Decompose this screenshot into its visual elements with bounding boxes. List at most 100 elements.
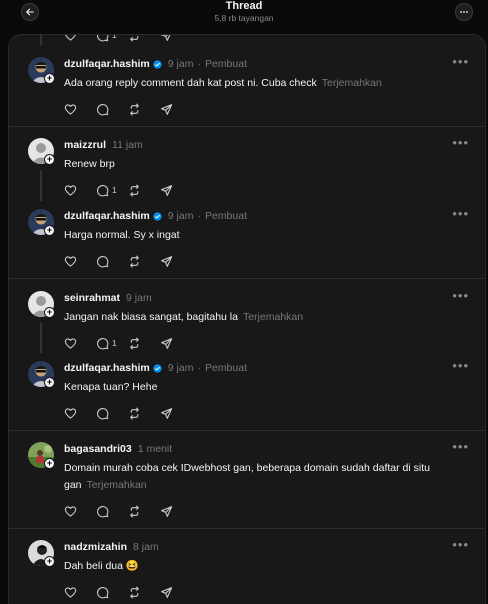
thread-post: + dzulfaqar.hashim 9 jam · Pembuat Harga no… — [9, 207, 485, 269]
repost-icon — [128, 505, 141, 518]
translate-link[interactable]: Terjemahkan — [243, 311, 303, 323]
author-label: Pembuat — [204, 58, 247, 70]
heart-icon — [64, 184, 77, 197]
separator-dot: · — [197, 210, 201, 222]
post-time: 8 jam — [133, 541, 159, 553]
share-button[interactable] — [160, 34, 192, 42]
like-button[interactable] — [64, 585, 96, 599]
thread-post: + dzulfaqar.hashim 9 jam · Pembuat Ada oran… — [9, 55, 485, 117]
view-count: 5,8 rb tayangan — [214, 13, 274, 23]
share-button[interactable] — [160, 406, 192, 420]
post-more-icon[interactable]: ••• — [452, 440, 469, 453]
share-button[interactable] — [160, 102, 192, 116]
heart-icon — [64, 586, 77, 599]
reply-count: 1 — [112, 338, 117, 348]
repost-icon — [128, 586, 141, 599]
follow-plus-icon[interactable]: + — [44, 154, 55, 165]
repost-icon — [128, 103, 141, 116]
separator-dot: · — [197, 362, 201, 374]
post-text: Renew brp — [64, 158, 115, 170]
repost-button[interactable] — [128, 102, 160, 116]
reply-button[interactable]: 1 — [96, 336, 128, 350]
comment-icon — [96, 337, 109, 350]
post-text: Kenapa tuan? Hehe — [64, 381, 158, 393]
post-more-icon[interactable]: ••• — [452, 359, 469, 372]
reply-button[interactable] — [96, 504, 128, 518]
post-time: 1 menit — [137, 443, 173, 455]
post-text: Harga normal. Sy x ingat — [64, 229, 180, 241]
heart-icon — [64, 255, 77, 268]
share-button[interactable] — [160, 504, 192, 518]
translate-link[interactable]: Terjemahkan — [87, 479, 147, 491]
share-button[interactable] — [160, 183, 192, 197]
post-more-icon[interactable]: ••• — [452, 538, 469, 551]
share-button[interactable] — [160, 336, 192, 350]
post-more-icon[interactable]: ••• — [452, 136, 469, 149]
partial-action-row: 1 — [64, 34, 192, 42]
like-button[interactable] — [64, 34, 96, 42]
reply-button[interactable] — [96, 102, 128, 116]
translate-link[interactable]: Terjemahkan — [322, 77, 382, 89]
username[interactable]: maizzrul — [64, 139, 106, 151]
username[interactable]: dzulfaqar.hashim — [64, 58, 150, 70]
repost-button[interactable] — [128, 336, 160, 350]
follow-plus-icon[interactable]: + — [44, 307, 55, 318]
repost-button[interactable] — [128, 34, 160, 42]
like-button[interactable] — [64, 102, 96, 116]
like-button[interactable] — [64, 504, 96, 518]
post-more-icon[interactable]: ••• — [452, 55, 469, 68]
arrow-left-icon — [26, 8, 34, 16]
share-icon — [160, 34, 173, 42]
comment-icon — [96, 103, 109, 116]
reply-button[interactable] — [96, 254, 128, 268]
heart-icon — [64, 407, 77, 420]
verified-badge-icon — [153, 212, 162, 221]
repost-button[interactable] — [128, 585, 160, 599]
username[interactable]: nadzmizahin — [64, 541, 127, 553]
repost-button[interactable] — [128, 406, 160, 420]
username[interactable]: dzulfaqar.hashim — [64, 210, 150, 222]
divider — [9, 126, 485, 127]
repost-button[interactable] — [128, 254, 160, 268]
post-text: Jangan nak biasa sangat, bagitahu la — [64, 311, 238, 323]
repost-icon — [128, 337, 141, 350]
reply-button[interactable]: 1 — [96, 183, 128, 197]
reply-button[interactable]: 1 — [96, 35, 128, 42]
share-button[interactable] — [160, 585, 192, 599]
follow-plus-icon[interactable]: + — [44, 225, 55, 236]
repost-button[interactable] — [128, 504, 160, 518]
post-text-line-1: Domain murah coba cek IDwebhost gan, beb… — [64, 462, 430, 474]
thread-post: + dzulfaqar.hashim 9 jam · Pembuat Kenapa t… — [9, 359, 485, 421]
post-time: 9 jam — [167, 58, 194, 70]
top-bar: Thread 5,8 rb tayangan — [0, 0, 488, 34]
share-icon — [160, 586, 173, 599]
repost-icon — [128, 255, 141, 268]
post-text: Ada orang reply comment dah kat post ni.… — [64, 77, 317, 89]
username[interactable]: bagasandri03 — [64, 443, 132, 455]
comment-icon — [96, 407, 109, 420]
like-button[interactable] — [64, 254, 96, 268]
follow-plus-icon[interactable]: + — [44, 377, 55, 388]
share-icon — [160, 407, 173, 420]
repost-icon — [128, 34, 141, 42]
follow-plus-icon[interactable]: + — [44, 458, 55, 469]
follow-plus-icon[interactable]: + — [44, 73, 55, 84]
comment-icon — [96, 184, 109, 197]
reply-button[interactable] — [96, 585, 128, 599]
more-options-button[interactable] — [455, 3, 473, 21]
username[interactable]: dzulfaqar.hashim — [64, 362, 150, 374]
repost-button[interactable] — [128, 183, 160, 197]
thread-connector — [40, 35, 42, 45]
post-more-icon[interactable]: ••• — [452, 207, 469, 220]
share-button[interactable] — [160, 254, 192, 268]
follow-plus-icon[interactable]: + — [44, 556, 55, 567]
like-button[interactable] — [64, 406, 96, 420]
back-button[interactable] — [21, 3, 39, 21]
reply-button[interactable] — [96, 406, 128, 420]
like-button[interactable] — [64, 183, 96, 197]
post-more-icon[interactable]: ••• — [452, 289, 469, 302]
like-button[interactable] — [64, 336, 96, 350]
username[interactable]: seinrahmat — [64, 292, 120, 304]
thread-post: + nadzmizahin 8 jam Dah beli dua 😆 ••• — [9, 538, 485, 600]
more-dots-icon — [460, 11, 468, 13]
